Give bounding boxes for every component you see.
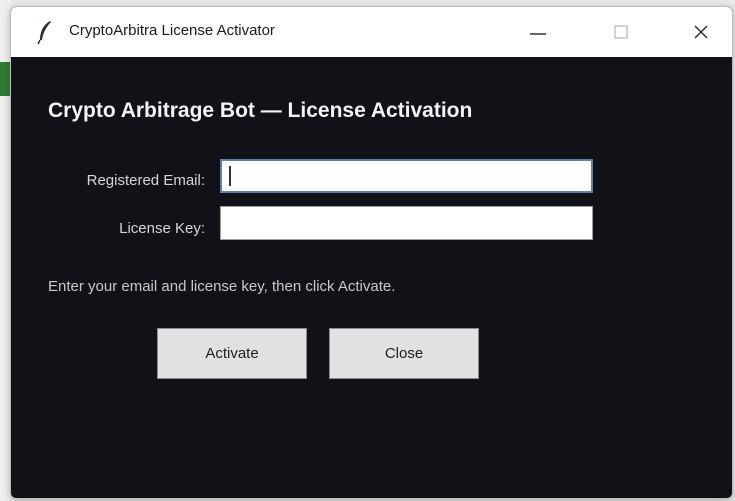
close-button[interactable]: Close xyxy=(329,328,479,379)
email-label: Registered Email: xyxy=(86,172,205,189)
minimize-icon xyxy=(530,33,546,35)
background-window-accent xyxy=(0,62,10,96)
window-title: CryptoArbitra License Activator xyxy=(69,22,275,39)
close-window-button[interactable] xyxy=(671,7,731,57)
license-key-field[interactable] xyxy=(220,206,593,240)
license-key-label: License Key: xyxy=(119,220,205,237)
page-title: Crypto Arbitrage Bot — License Activatio… xyxy=(48,99,473,122)
text-caret xyxy=(229,166,231,186)
title-bar[interactable]: CryptoArbitra License Activator xyxy=(11,7,732,57)
close-icon xyxy=(694,25,708,39)
instruction-text: Enter your email and license key, then c… xyxy=(48,278,396,295)
maximize-icon xyxy=(614,25,628,39)
feather-icon xyxy=(35,19,55,45)
email-field[interactable] xyxy=(220,159,593,193)
activate-button[interactable]: Activate xyxy=(157,328,307,379)
maximize-button[interactable] xyxy=(591,7,651,57)
license-activator-window: CryptoArbitra License Activator Crypto A… xyxy=(10,6,733,499)
minimize-button[interactable] xyxy=(508,7,568,57)
